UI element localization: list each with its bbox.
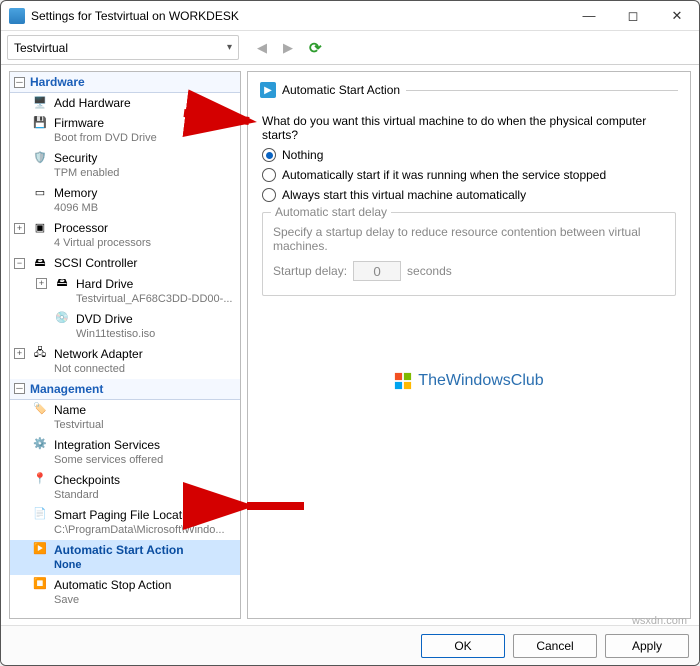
start-action-icon: ▶ <box>260 82 276 98</box>
delay-unit: seconds <box>407 264 452 278</box>
tree-network-adapter[interactable]: +🖧Network Adapter Not connected <box>10 344 240 379</box>
vm-selector-dropdown[interactable]: Testvirtual ▾ <box>7 35 239 60</box>
tree-smart-paging[interactable]: 📄Smart Paging File Location C:\ProgramDa… <box>10 505 240 540</box>
refresh-button[interactable]: ⟳ <box>305 37 326 59</box>
tree-checkpoints[interactable]: 📍Checkpoints Standard <box>10 470 240 505</box>
watermark: TheWindowsClub <box>248 372 690 390</box>
content-area: ─ Hardware 🖥️Add Hardware 💾Firmware Boot… <box>1 65 699 625</box>
maximize-button[interactable]: ◻ <box>611 1 655 31</box>
network-icon: 🖧 <box>32 346 48 362</box>
security-icon: 🛡️ <box>32 150 48 166</box>
minimize-button[interactable]: ― <box>567 1 611 31</box>
delay-row: Startup delay: seconds <box>273 261 665 281</box>
group-legend: Automatic start delay <box>271 205 391 219</box>
tree-name[interactable]: 🏷️Name Testvirtual <box>10 400 240 435</box>
tree-scsi-controller[interactable]: −🖴SCSI Controller <box>10 253 240 273</box>
delay-description: Specify a startup delay to reduce resour… <box>273 225 665 253</box>
tree-automatic-start-action[interactable]: ▶️Automatic Start Action None <box>10 540 240 575</box>
tree-dvd-drive[interactable]: 💿DVD Drive Win11testiso.iso <box>10 309 240 344</box>
tree-add-hardware[interactable]: 🖥️Add Hardware <box>10 93 240 113</box>
tree-automatic-stop-action[interactable]: ⏹️Automatic Stop Action Save <box>10 575 240 610</box>
close-button[interactable]: ✕ <box>655 1 699 31</box>
chevron-down-icon: ▾ <box>227 42 232 53</box>
dvd-icon: 💿 <box>54 311 70 327</box>
tree-integration-services[interactable]: ⚙️Integration Services Some services off… <box>10 435 240 470</box>
dialog-buttons: OK Cancel Apply <box>1 625 699 665</box>
memory-icon: ▭ <box>32 185 48 201</box>
collapse-icon[interactable]: ─ <box>14 77 25 88</box>
add-hardware-icon: 🖥️ <box>32 95 48 111</box>
section-hardware[interactable]: ─ Hardware <box>10 72 240 93</box>
collapse-icon[interactable]: − <box>14 258 25 269</box>
windows-logo-icon <box>394 372 412 390</box>
section-management[interactable]: ─ Management <box>10 379 240 400</box>
credit-text: wsxdn.com <box>632 615 687 627</box>
ok-button[interactable]: OK <box>421 634 505 658</box>
hard-drive-icon: 🖴 <box>54 276 70 292</box>
section-management-label: Management <box>30 382 103 396</box>
radio-if-running[interactable]: Automatically start if it was running wh… <box>262 168 676 182</box>
radio-icon <box>262 168 276 182</box>
collapse-icon[interactable]: ─ <box>14 383 25 394</box>
nav-forward-button[interactable]: ▶ <box>279 38 297 58</box>
delay-label: Startup delay: <box>273 264 347 278</box>
apply-button[interactable]: Apply <box>605 634 689 658</box>
expand-icon[interactable]: + <box>14 223 25 234</box>
radio-icon <box>262 148 276 162</box>
start-action-icon: ▶️ <box>32 542 48 558</box>
checkpoints-icon: 📍 <box>32 472 48 488</box>
toolbar: Testvirtual ▾ ◀ ▶ ⟳ <box>1 31 699 65</box>
radio-icon <box>262 188 276 202</box>
window-title: Settings for Testvirtual on WORKDESK <box>31 9 567 23</box>
tree-hard-drive[interactable]: +🖴Hard Drive Testvirtual_AF68C3DD-DD00-.… <box>10 274 240 309</box>
startup-delay-input <box>353 261 401 281</box>
tree-memory[interactable]: ▭Memory 4096 MB <box>10 183 240 218</box>
pane-title: ▶ Automatic Start Action <box>260 82 678 104</box>
details-pane: ▶ Automatic Start Action What do you wan… <box>247 71 691 619</box>
titlebar: Settings for Testvirtual on WORKDESK ― ◻… <box>1 1 699 31</box>
scsi-icon: 🖴 <box>32 255 48 271</box>
automatic-start-delay-group: Automatic start delay Specify a startup … <box>262 212 676 296</box>
section-hardware-label: Hardware <box>30 75 85 89</box>
settings-tree[interactable]: ─ Hardware 🖥️Add Hardware 💾Firmware Boot… <box>9 71 241 619</box>
nav-buttons: ◀ ▶ ⟳ <box>245 31 334 64</box>
paging-icon: 📄 <box>32 507 48 523</box>
vm-selector-value: Testvirtual <box>14 41 68 55</box>
app-icon <box>9 8 25 24</box>
expand-icon[interactable]: + <box>36 278 47 289</box>
name-icon: 🏷️ <box>32 402 48 418</box>
tree-processor[interactable]: +▣Processor 4 Virtual processors <box>10 218 240 253</box>
question-text: What do you want this virtual machine to… <box>262 114 676 142</box>
integration-icon: ⚙️ <box>32 437 48 453</box>
processor-icon: ▣ <box>32 220 48 236</box>
cancel-button[interactable]: Cancel <box>513 634 597 658</box>
settings-window: Settings for Testvirtual on WORKDESK ― ◻… <box>0 0 700 666</box>
radio-nothing[interactable]: Nothing <box>262 148 676 162</box>
tree-firmware[interactable]: 💾Firmware Boot from DVD Drive <box>10 113 240 148</box>
nav-back-button[interactable]: ◀ <box>253 38 271 58</box>
firmware-icon: 💾 <box>32 115 48 131</box>
expand-icon[interactable]: + <box>14 348 25 359</box>
radio-always[interactable]: Always start this virtual machine automa… <box>262 188 676 202</box>
stop-action-icon: ⏹️ <box>32 577 48 593</box>
tree-security[interactable]: 🛡️Security TPM enabled <box>10 148 240 183</box>
